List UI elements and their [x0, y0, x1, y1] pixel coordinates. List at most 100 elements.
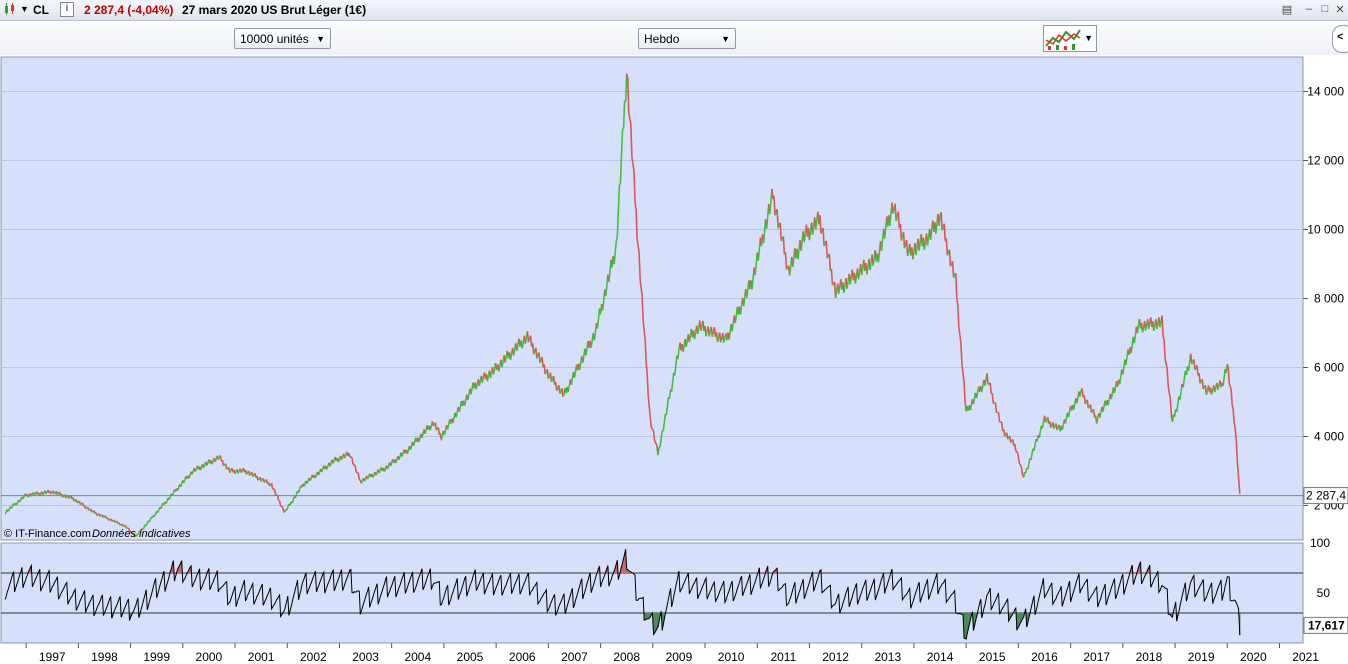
price-segment: [509, 353, 513, 360]
price-segment: [1196, 365, 1199, 376]
price-segment: [1041, 422, 1045, 429]
price-segment: [202, 464, 206, 469]
price-segment: [768, 201, 772, 215]
price-segment: [191, 470, 194, 475]
price-segment: [1016, 451, 1019, 455]
price-segment: [825, 240, 829, 259]
price-segment: [1159, 321, 1162, 328]
price-segment: [406, 449, 410, 454]
price-segment: [866, 266, 869, 275]
price-segment: [906, 251, 910, 257]
price-segment: [1144, 324, 1148, 331]
price-segment: [997, 412, 1001, 422]
price-segment: [1010, 440, 1013, 443]
price-segment: [849, 276, 853, 285]
price-segment: [1198, 373, 1201, 384]
price-segment: [10, 505, 14, 509]
price-segment: [314, 474, 318, 479]
price-segment: [1175, 404, 1179, 413]
price-segment: [670, 382, 674, 392]
price-segment: [776, 209, 779, 229]
price-segment: [512, 349, 516, 356]
price-segment: [354, 465, 357, 473]
price-segment: [268, 484, 272, 487]
price-segment: [751, 278, 754, 290]
price-segment: [363, 478, 367, 482]
price-segment: [811, 225, 815, 236]
price-segment: [76, 501, 79, 504]
price-segment: [516, 344, 519, 352]
price-segment: [642, 321, 645, 331]
price-segment: [823, 243, 826, 247]
price-segment: [1166, 369, 1170, 387]
price-segment: [145, 522, 149, 526]
price-segment: [176, 487, 180, 491]
price-segment: [711, 331, 715, 337]
price-segment: [637, 245, 640, 254]
price-segment: [573, 371, 577, 378]
price-segment: [949, 263, 953, 267]
x-tick-label: 2016: [1031, 650, 1058, 664]
price-segment: [938, 215, 941, 226]
price-segment: [234, 471, 237, 475]
price-segment: [4, 511, 7, 515]
price-segment: [820, 230, 823, 234]
x-tick-label: 2015: [979, 650, 1006, 664]
price-segment: [281, 505, 284, 508]
price-segment: [383, 468, 387, 472]
price-segment: [1056, 427, 1059, 431]
rsi-value-label: 17,617: [1308, 618, 1345, 632]
price-segment: [872, 257, 876, 266]
price-segment: [645, 363, 648, 374]
price-segment: [119, 523, 122, 526]
price-segment: [622, 127, 624, 130]
price-segment: [585, 348, 588, 356]
price-segment: [96, 513, 99, 517]
price-segment: [1095, 418, 1099, 424]
price-segment: [424, 429, 427, 435]
price-segment: [539, 359, 542, 364]
price-segment: [941, 226, 944, 231]
price-segment: [317, 471, 321, 476]
price-segment: [627, 112, 631, 119]
price-segment: [226, 467, 229, 470]
price-segment: [1099, 412, 1102, 418]
price-segment: [62, 495, 65, 498]
price-segment: [1118, 376, 1122, 385]
price-segment: [605, 285, 608, 297]
price-segment: [486, 375, 490, 382]
price-segment: [629, 118, 632, 125]
price-segment: [570, 378, 574, 386]
price-segment: [960, 342, 963, 365]
price-segment: [1125, 357, 1128, 365]
x-tick-label: 2012: [822, 650, 849, 664]
price-segment: [981, 385, 984, 392]
price-segment: [889, 214, 892, 226]
price-segment: [648, 405, 651, 417]
price-segment: [700, 325, 703, 331]
price-segment: [1147, 322, 1151, 329]
price-segment: [620, 129, 624, 157]
price-segment: [633, 170, 636, 202]
price-segment: [1084, 401, 1087, 405]
price-segment: [309, 477, 313, 482]
price-segment: [1167, 386, 1171, 393]
price-segment: [1033, 444, 1036, 451]
price-segment: [1213, 387, 1217, 393]
price-segment: [401, 452, 404, 457]
price-segment: [830, 268, 834, 286]
x-tick-label: 2004: [404, 650, 431, 664]
price-segment: [297, 488, 301, 493]
price-segment: [1182, 379, 1186, 388]
price-segment: [918, 242, 921, 251]
price-segment: [708, 331, 712, 337]
price-segment: [636, 238, 639, 247]
price-segment: [682, 345, 685, 352]
price-segment: [1072, 403, 1076, 410]
price-segment: [663, 413, 667, 423]
price-segment: [1026, 463, 1030, 470]
price-segment: [647, 395, 650, 406]
price-segment: [774, 211, 777, 216]
price-segment: [618, 182, 622, 186]
price-segment: [329, 462, 332, 467]
